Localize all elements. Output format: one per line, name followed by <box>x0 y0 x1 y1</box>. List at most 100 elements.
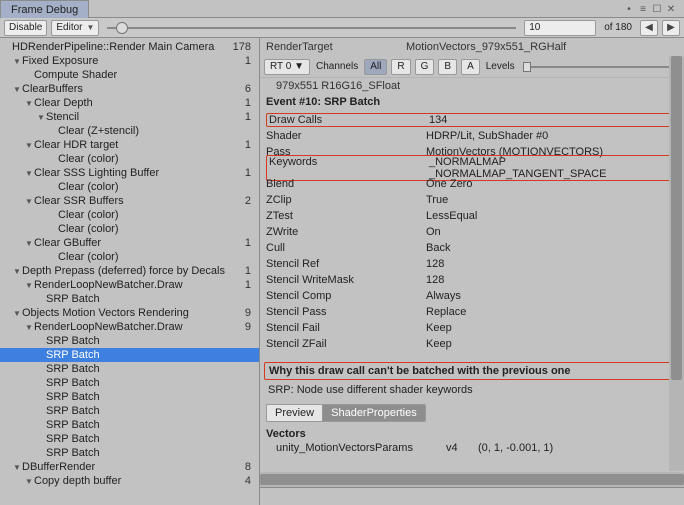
tree-row[interactable]: ▼RenderLoopNewBatcher.Draw9 <box>0 320 259 334</box>
tree-row-label: Clear (color) <box>58 223 251 235</box>
channel-r-button[interactable]: R <box>391 59 410 75</box>
vertical-scrollbar[interactable] <box>669 56 684 471</box>
tree-row[interactable]: SRP Batch <box>0 334 259 348</box>
rendertarget-label: RenderTarget <box>266 41 406 53</box>
tree-row[interactable]: SRP Batch <box>0 446 259 460</box>
vector-value: (0, 1, -0.001, 1) <box>478 442 553 454</box>
tree-row[interactable]: Clear (color) <box>0 222 259 236</box>
chevron-down-icon: ▼ <box>86 23 94 32</box>
target-dropdown[interactable]: Editor ▼ <box>51 20 99 36</box>
disclosure-triangle-icon[interactable]: ▼ <box>24 323 34 332</box>
channel-b-button[interactable]: B <box>438 59 457 75</box>
tree-row-count: 1 <box>245 55 259 67</box>
tree-row[interactable]: ▼Clear HDR target1 <box>0 138 259 152</box>
tree-row[interactable]: ▼Stencil1 <box>0 110 259 124</box>
window-close-icon[interactable]: ✕ <box>664 2 678 16</box>
preview-tab[interactable]: Preview <box>266 404 323 422</box>
tree-row[interactable]: ▼DBufferRender8 <box>0 460 259 474</box>
tree-row-label: SRP Batch <box>46 349 251 361</box>
disclosure-triangle-icon[interactable]: ▼ <box>12 463 22 472</box>
tree-row[interactable]: SRP Batch <box>0 432 259 446</box>
property-value: 128 <box>426 258 678 270</box>
disclosure-triangle-icon[interactable]: ▼ <box>24 281 34 290</box>
tree-row[interactable]: HDRenderPipeline::Render Main Camera178 <box>0 40 259 54</box>
disclosure-triangle-icon[interactable]: ▼ <box>24 477 34 486</box>
window-options-icon[interactable]: ≡ <box>636 2 650 16</box>
disclosure-triangle-icon[interactable]: ▼ <box>36 113 46 122</box>
property-key: Stencil Fail <box>266 322 426 334</box>
property-row: ZTestLessEqual <box>266 208 678 224</box>
window-lock-icon[interactable]: • <box>622 2 636 16</box>
shaderproperties-tab[interactable]: ShaderProperties <box>323 404 426 422</box>
tree-row[interactable]: ▼Clear SSR Buffers2 <box>0 194 259 208</box>
tree-row[interactable]: SRP Batch <box>0 376 259 390</box>
tree-row[interactable]: SRP Batch <box>0 418 259 432</box>
tree-row[interactable]: ▼Depth Prepass (deferred) force by Decal… <box>0 264 259 278</box>
tree-row[interactable]: ▼Fixed Exposure1 <box>0 54 259 68</box>
tree-row[interactable]: ▼Clear GBuffer1 <box>0 236 259 250</box>
tree-row-count: 1 <box>245 139 259 151</box>
channel-all-button[interactable]: All <box>364 59 387 75</box>
tree-row[interactable]: Clear (color) <box>0 208 259 222</box>
tree-row[interactable]: ▼Copy depth buffer4 <box>0 474 259 488</box>
rt-output-dropdown[interactable]: RT 0 ▼ <box>264 59 310 75</box>
event-tree[interactable]: HDRenderPipeline::Render Main Camera178▼… <box>0 38 260 505</box>
tree-row[interactable]: ▼Clear SSS Lighting Buffer1 <box>0 166 259 180</box>
property-row: ZClipTrue <box>266 192 678 208</box>
tree-row[interactable]: SRP Batch <box>0 348 259 362</box>
tree-row[interactable]: ▼ClearBuffers6 <box>0 82 259 96</box>
tree-row-label: Clear SSS Lighting Buffer <box>34 167 245 179</box>
tree-row[interactable]: ▼Objects Motion Vectors Rendering9 <box>0 306 259 320</box>
tree-row-count: 9 <box>245 321 259 333</box>
window-tab[interactable]: Frame Debug <box>0 0 89 18</box>
property-key: Draw Calls <box>269 114 429 126</box>
tree-row[interactable]: SRP Batch <box>0 390 259 404</box>
slider-thumb[interactable] <box>116 22 128 34</box>
disclosure-triangle-icon[interactable]: ▼ <box>24 169 34 178</box>
disclosure-triangle-icon[interactable]: ▼ <box>12 267 22 276</box>
chevron-down-icon: ▼ <box>294 61 304 72</box>
enable-toggle[interactable]: Disable <box>4 20 47 36</box>
batch-why-text: SRP: Node use different shader keywords <box>264 382 680 398</box>
tree-row-count: 6 <box>245 83 259 95</box>
disclosure-triangle-icon[interactable]: ▼ <box>24 141 34 150</box>
tree-row-label: SRP Batch <box>46 419 251 431</box>
tree-row[interactable]: SRP Batch <box>0 404 259 418</box>
prev-frame-button[interactable]: ◀ <box>640 20 658 36</box>
batch-why-header: Why this draw call can't be batched with… <box>264 362 680 380</box>
tree-row[interactable]: Clear (Z+stencil) <box>0 124 259 138</box>
disclosure-triangle-icon[interactable]: ▼ <box>12 57 22 66</box>
disclosure-triangle-icon[interactable]: ▼ <box>12 309 22 318</box>
property-value: One Zero <box>426 178 678 190</box>
channel-g-button[interactable]: G <box>415 59 435 75</box>
disclosure-triangle-icon[interactable]: ▼ <box>12 85 22 94</box>
tree-row[interactable]: Clear (color) <box>0 180 259 194</box>
property-key: Shader <box>266 130 426 142</box>
tree-row-label: Clear GBuffer <box>34 237 245 249</box>
frame-slider[interactable] <box>103 20 520 36</box>
tree-row-count: 1 <box>245 237 259 249</box>
next-frame-button[interactable]: ▶ <box>662 20 680 36</box>
disclosure-triangle-icon[interactable]: ▼ <box>24 197 34 206</box>
target-dropdown-label: Editor <box>56 22 82 33</box>
tree-row[interactable]: Compute Shader <box>0 68 259 82</box>
tree-row-label: Copy depth buffer <box>34 475 245 487</box>
tree-row[interactable]: ▼Clear Depth1 <box>0 96 259 110</box>
tree-row[interactable]: SRP Batch <box>0 362 259 376</box>
tree-row[interactable]: ▼RenderLoopNewBatcher.Draw1 <box>0 278 259 292</box>
tree-row[interactable]: Clear (color) <box>0 152 259 166</box>
window-maximize-icon[interactable]: ☐ <box>650 2 664 16</box>
disclosure-triangle-icon[interactable]: ▼ <box>24 99 34 108</box>
horizontal-scrollbar[interactable] <box>260 472 684 487</box>
toolbar: Disable Editor ▼ 10 of 180 ◀ ▶ <box>0 18 684 38</box>
tree-row[interactable]: SRP Batch <box>0 292 259 306</box>
tree-row-label: RenderLoopNewBatcher.Draw <box>34 279 245 291</box>
levels-slider[interactable] <box>521 60 680 74</box>
property-key: Stencil Ref <box>266 258 426 270</box>
tree-row-label: Stencil <box>46 111 245 123</box>
tree-row[interactable]: Clear (color) <box>0 250 259 264</box>
property-row: Stencil PassReplace <box>266 304 678 320</box>
disclosure-triangle-icon[interactable]: ▼ <box>24 239 34 248</box>
frame-number-field[interactable]: 10 <box>524 20 596 36</box>
channel-a-button[interactable]: A <box>461 59 480 75</box>
